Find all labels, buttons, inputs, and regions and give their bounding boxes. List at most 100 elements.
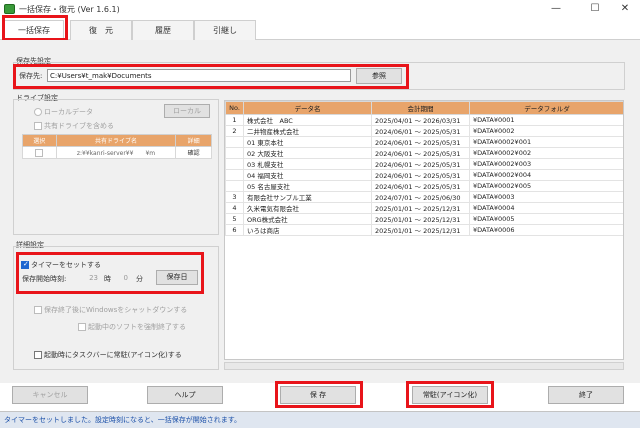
table-row[interactable]: 3 有限会社サンプル工業 2024/07/01 ～ 2025/06/30 ¥DATA¥…	[225, 191, 623, 203]
browse-button[interactable]: 参照	[356, 68, 402, 84]
minute-field[interactable]: 0	[112, 274, 128, 282]
shared-drive-label: 共有ドライブを含める	[44, 122, 114, 130]
save-button[interactable]: 保 存	[280, 386, 356, 404]
table-row[interactable]: 01 東京本社 2024/06/01 ～ 2025/05/31 ¥DATA¥0002…	[225, 136, 623, 148]
cell-data-name: 有限会社サンプル工業	[243, 191, 372, 203]
shutdown-label: 保存終了後にWindowsをシャットダウンする	[44, 306, 188, 314]
cell-folder: ¥DATA¥0001	[469, 114, 623, 126]
cancel-button[interactable]: キャンセル	[12, 386, 88, 404]
cell-folder: ¥DATA¥0002¥002	[469, 147, 623, 159]
cell-folder: ¥DATA¥0006	[469, 224, 623, 236]
data-table: No. データ名 会計期間 データフォルダ 1 株式会社 ABC 2025/04/0…	[225, 101, 623, 236]
maximize-icon[interactable]: ☐	[582, 2, 608, 16]
drive-group	[13, 99, 219, 235]
minimize-icon[interactable]: —	[543, 2, 569, 16]
col-period: 会計期間	[371, 101, 470, 115]
cell-period: 2025/04/01 ～ 2026/03/31	[371, 114, 470, 126]
close-icon[interactable]: ✕	[612, 2, 638, 16]
save-dest-label: 保存先:	[19, 72, 43, 80]
cell-folder: ¥DATA¥0004	[469, 202, 623, 214]
cell-data-name: 01 東京本社	[243, 136, 372, 148]
help-button[interactable]: ヘルプ	[147, 386, 223, 404]
cell-period: 2024/06/01 ～ 2025/05/31	[371, 180, 470, 192]
cell-period: 2025/01/01 ～ 2025/12/31	[371, 202, 470, 214]
col-data-name: データ名	[243, 101, 372, 115]
table-row[interactable]: 02 大阪支社 2024/06/01 ～ 2025/05/31 ¥DATA¥0002…	[225, 147, 623, 159]
cell-no: 6	[225, 224, 244, 236]
table-row[interactable]: 04 福岡支社 2024/06/01 ～ 2025/05/31 ¥DATA¥0002…	[225, 169, 623, 181]
cell-data-name: 久米電気有限会社	[243, 202, 372, 214]
cell-folder: ¥DATA¥0002¥004	[469, 169, 623, 181]
cell-period: 2025/01/01 ～ 2025/12/31	[371, 213, 470, 225]
exit-button[interactable]: 終了	[548, 386, 624, 404]
local-data-radio[interactable]: ローカルデータ	[34, 107, 93, 117]
shutdown-checkbox[interactable]: 保存終了後にWindowsをシャットダウンする	[34, 305, 187, 315]
cell-no	[225, 158, 244, 170]
table-row[interactable]: 4 久米電気有限会社 2025/01/01 ～ 2025/12/31 ¥DATA¥00…	[225, 202, 623, 214]
table-row[interactable]: 5 ORG株式会社 2025/01/01 ～ 2025/12/31 ¥DATA¥000…	[225, 213, 623, 225]
cell-folder: ¥DATA¥0005	[469, 213, 623, 225]
startup-resident-checkbox[interactable]: 起動時にタスクバーに常駐(アイコン化)する	[34, 350, 182, 360]
table-row[interactable]: 6 いろは商店 2025/01/01 ～ 2025/12/31 ¥DATA¥0006	[225, 224, 623, 236]
cell-period: 2024/06/01 ～ 2025/05/31	[371, 169, 470, 181]
table-row[interactable]: 1 株式会社 ABC 2025/04/01 ～ 2026/03/31 ¥DATA¥00…	[225, 114, 623, 126]
tab-restore[interactable]: 復 元	[70, 20, 132, 40]
cell-period: 2024/06/01 ～ 2025/05/31	[371, 125, 470, 137]
cell-no: 4	[225, 202, 244, 214]
shared-drive-table: 選択 共有ドライブ名 詳細 z:¥¥kanri-server¥¥ ¥m 確認	[22, 134, 212, 159]
cell-no	[225, 180, 244, 192]
cell-folder: ¥DATA¥0002¥001	[469, 136, 623, 148]
tab-history[interactable]: 履歴	[132, 20, 194, 40]
radio-icon	[34, 108, 42, 116]
timer-checkbox[interactable]: タイマーをセットする	[21, 260, 101, 270]
tab-handover[interactable]: 引継し	[194, 20, 256, 40]
drive-col-name: 共有ドライブ名	[55, 134, 177, 147]
cell-data-name: 04 福岡支社	[243, 169, 372, 181]
cell-no: 1	[225, 114, 244, 126]
data-table-body: 1 株式会社 ABC 2025/04/01 ～ 2026/03/31 ¥DATA¥00…	[225, 114, 623, 236]
cell-data-name: 二井物産株式会社	[243, 125, 372, 137]
hour-field[interactable]: 23	[80, 274, 98, 282]
cell-no	[225, 136, 244, 148]
horizontal-scrollbar[interactable]	[224, 362, 624, 370]
local-button[interactable]: ローカル	[164, 104, 210, 118]
force-close-checkbox[interactable]: 起動中のソフトを強制終了する	[78, 322, 186, 332]
tab-bar: 一括保存 復 元 履歴 引継し	[0, 18, 640, 41]
drive-row-select[interactable]	[22, 146, 57, 159]
local-data-label: ローカルデータ	[44, 108, 93, 116]
cell-data-name: 株式会社 ABC	[243, 114, 372, 126]
drive-row-detail[interactable]: 確認	[175, 146, 212, 159]
checkbox-icon	[34, 122, 42, 130]
drive-row-name: z:¥¥kanri-server¥¥ ¥m	[55, 146, 177, 159]
cell-data-name: ORG株式会社	[243, 213, 372, 225]
drive-col-select: 選択	[22, 134, 57, 147]
status-bar: タイマーをセットしました。設定時刻になると、一括保存が開始されます。	[0, 411, 640, 428]
shared-drive-checkbox[interactable]: 共有ドライブを含める	[34, 121, 114, 131]
table-row[interactable]: 05 名古屋支社 2024/06/01 ～ 2025/05/31 ¥DATA¥000…	[225, 180, 623, 192]
cell-period: 2024/07/01 ～ 2025/06/30	[371, 191, 470, 203]
cell-no	[225, 147, 244, 159]
cell-data-name: 03 札幌支社	[243, 158, 372, 170]
save-day-button[interactable]: 保存日	[156, 270, 198, 285]
cell-period: 2025/01/01 ～ 2025/12/31	[371, 224, 470, 236]
col-no: No.	[225, 101, 244, 115]
col-folder: データフォルダ	[469, 101, 623, 115]
cell-period: 2024/06/01 ～ 2025/05/31	[371, 158, 470, 170]
resident-icon-button[interactable]: 常駐(アイコン化)	[412, 386, 488, 404]
table-row[interactable]: 2 二井物産株式会社 2024/06/01 ～ 2025/05/31 ¥DATA¥00…	[225, 125, 623, 137]
tab-batch-save[interactable]: 一括保存	[4, 20, 64, 41]
cell-data-name: いろは商店	[243, 224, 372, 236]
save-path-field[interactable]	[47, 69, 351, 82]
cell-data-name: 02 大阪支社	[243, 147, 372, 159]
drive-col-detail: 詳細	[175, 134, 212, 147]
title-bar: 一括保存・復元 (Ver 1.6.1) — ☐ ✕	[0, 0, 640, 18]
cell-no: 5	[225, 213, 244, 225]
cell-no: 3	[225, 191, 244, 203]
cell-folder: ¥DATA¥0002	[469, 125, 623, 137]
cell-folder: ¥DATA¥0003	[469, 191, 623, 203]
table-row[interactable]: 03 札幌支社 2024/06/01 ～ 2025/05/31 ¥DATA¥0002…	[225, 158, 623, 170]
checkbox-icon	[34, 351, 42, 359]
minute-unit: 分	[136, 275, 143, 283]
force-close-label: 起動中のソフトを強制終了する	[88, 323, 186, 331]
timer-label: タイマーをセットする	[31, 261, 101, 269]
